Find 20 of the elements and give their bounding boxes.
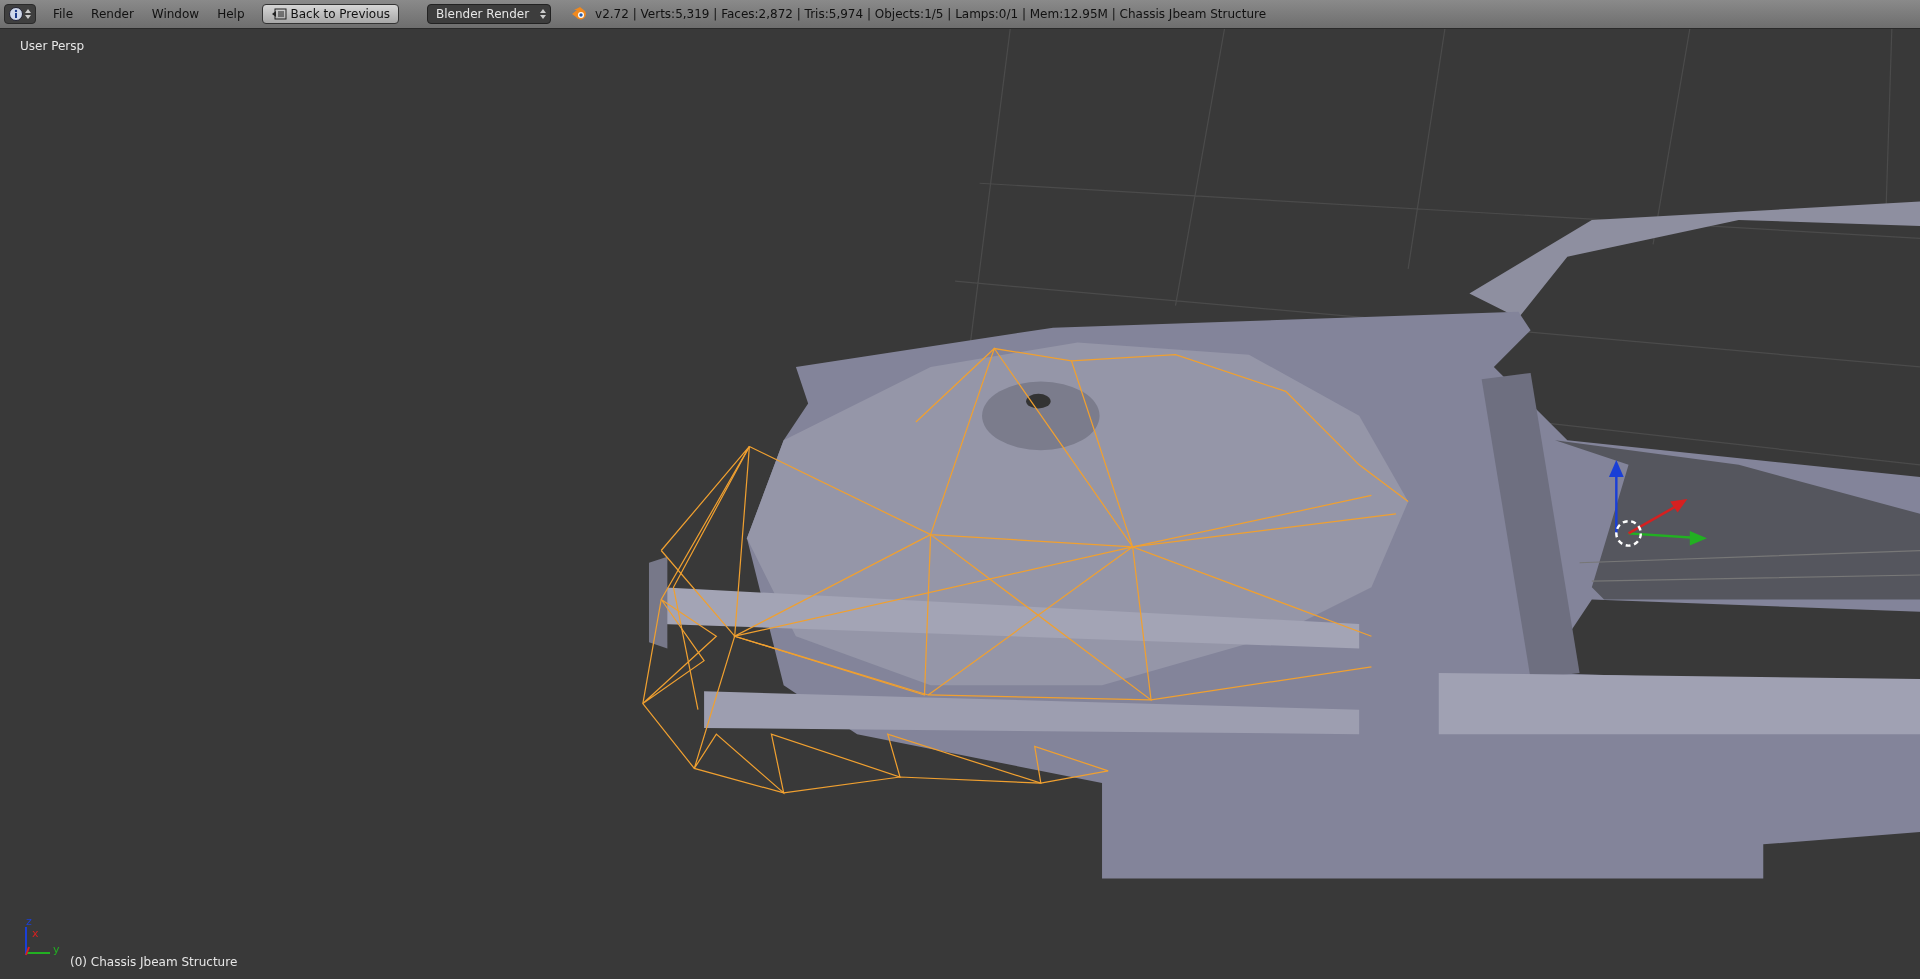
- editor-type-button[interactable]: [4, 4, 36, 24]
- menu-item[interactable]: Help: [208, 5, 254, 23]
- back-to-previous-button[interactable]: Back to Previous: [261, 4, 400, 24]
- 3d-viewport[interactable]: User Persp z x y (0) Chassis Jbeam Structure: [0, 29, 1920, 979]
- axis-orientation-icon: [24, 927, 52, 957]
- updown-arrows-icon: [25, 8, 31, 20]
- axis-label: x: [32, 928, 39, 939]
- back-arrow-icon: [270, 8, 287, 20]
- axis-label: z: [26, 916, 32, 927]
- scene-statistics: v2.72 | Verts:5,319 | Faces:2,872 | Tris:5,974 | Objects:1/5 | Lamps:0/1 | Mem:12.95M | Chassis Jbeam Structure: [595, 6, 1267, 23]
- render-engine-dropdown[interactable]: Blender Render: [427, 4, 552, 24]
- menu-item[interactable]: File: [44, 5, 83, 23]
- axis-label: y: [53, 944, 60, 955]
- menu-item[interactable]: Render: [82, 5, 143, 23]
- active-object-label: (0) Chassis Jbeam Structure: [70, 954, 238, 971]
- menu-item[interactable]: Window: [142, 5, 209, 23]
- info-icon: [9, 7, 23, 21]
- blender-logo-icon: [571, 7, 588, 21]
- view-label: User Persp: [20, 38, 85, 55]
- updown-arrows-icon: [540, 8, 547, 20]
